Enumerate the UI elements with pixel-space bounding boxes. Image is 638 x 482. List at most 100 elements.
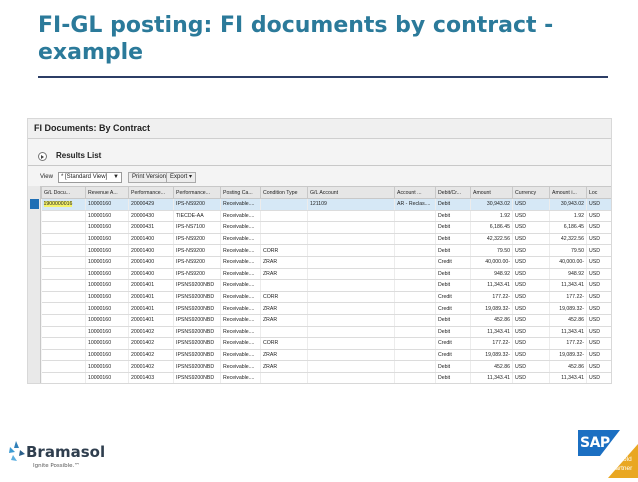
row-selector-column bbox=[28, 186, 41, 383]
table-cell: Debit bbox=[435, 221, 471, 234]
table-cell: USD bbox=[512, 326, 550, 339]
collapse-toggle-icon[interactable] bbox=[38, 152, 47, 161]
table-cell: 20001401 bbox=[128, 302, 174, 315]
table-row[interactable]: 10000160 20001401 IPSNS9200NBD Receivable..… bbox=[41, 291, 611, 304]
table-row[interactable]: 10000160 20001400 IPS-NS9200 Receivable....… bbox=[41, 268, 611, 281]
print-version-button[interactable]: Print Version bbox=[128, 172, 171, 183]
table-row[interactable]: 10000160 20001403 IPSNS9200NBD Receivable..… bbox=[41, 372, 611, 383]
table-cell bbox=[394, 314, 436, 327]
table-cell: ZRAR bbox=[260, 256, 308, 269]
export-label: Export bbox=[170, 174, 188, 180]
table-cell bbox=[41, 349, 86, 362]
table-cell: IPSNS9200NBD bbox=[173, 279, 221, 292]
row-selector-selected[interactable] bbox=[30, 199, 39, 209]
table-cell: Credit bbox=[435, 256, 471, 269]
table-cell: IPSNS9200NBD bbox=[173, 291, 221, 304]
table-cell: Debit bbox=[435, 360, 471, 373]
table-cell bbox=[394, 349, 436, 362]
column-header[interactable]: G/L Account bbox=[307, 186, 395, 199]
table-cell: IPSNS9200NBD bbox=[173, 360, 221, 373]
table-row[interactable]: 10000160 20001402 IPSNS9200NBD Receivable..… bbox=[41, 326, 611, 339]
table-row[interactable]: 10000160 20001401 IPSNS9200NBD Receivable..… bbox=[41, 302, 611, 315]
table-cell: IPSNS9200NBD bbox=[173, 337, 221, 350]
table-cell: 948.92 bbox=[549, 268, 587, 281]
table-cell bbox=[394, 210, 436, 223]
table-cell: USD bbox=[586, 279, 611, 292]
table-cell: 452.86 bbox=[549, 360, 587, 373]
column-header[interactable]: G/L Docu... bbox=[41, 186, 86, 199]
table-cell: Receivable.... bbox=[220, 326, 261, 339]
table-row[interactable]: 10000160 20001400 IPS-NS9200 Receivable....… bbox=[41, 256, 611, 269]
table-cell: 10000160 bbox=[85, 349, 129, 362]
table-cell: Receivable.... bbox=[220, 244, 261, 257]
table-row[interactable]: 1900000016 10000160 20000429 IPS-NS9200 Rece… bbox=[41, 198, 611, 211]
table-cell: 10000160 bbox=[85, 337, 129, 350]
table-cell: USD bbox=[586, 337, 611, 350]
table-header-row: G/L Docu... Revenue A... Performance... Per… bbox=[41, 186, 611, 199]
table-row[interactable]: 10000160 20001402 IPSNS9200NBD Receivable..… bbox=[41, 349, 611, 362]
column-header[interactable]: Amount i... bbox=[549, 186, 587, 199]
export-button[interactable]: Export ▾ bbox=[166, 172, 197, 183]
table-cell: 11,343.41 bbox=[470, 372, 513, 383]
table-cell: 10000160 bbox=[85, 291, 129, 304]
table-cell: IPSNS9200NBD bbox=[173, 349, 221, 362]
table-cell: 20001402 bbox=[128, 349, 174, 362]
table-cell: USD bbox=[512, 349, 550, 362]
table-cell: 10000160 bbox=[85, 372, 129, 383]
table-row[interactable]: 10000160 20000431 IPS-NS7100 Receivable....… bbox=[41, 221, 611, 234]
table-cell: IPS-NS9200 bbox=[173, 256, 221, 269]
table-cell bbox=[307, 337, 395, 350]
results-divider bbox=[28, 165, 611, 166]
table-cell: Receivable.... bbox=[220, 372, 261, 383]
table-cell: USD bbox=[586, 268, 611, 281]
column-header[interactable]: Posting Ca... bbox=[220, 186, 261, 199]
view-select[interactable]: * [Standard View] ▼ bbox=[58, 172, 122, 183]
table-row[interactable]: 10000160 20001401 IPSNS9200NBD Receivable..… bbox=[41, 314, 611, 327]
column-header[interactable]: Currency bbox=[512, 186, 550, 199]
bramasol-wordmark: Bramasol bbox=[26, 443, 106, 461]
table-cell: 948.92 bbox=[470, 268, 513, 281]
table-cell: Receivable.... bbox=[220, 349, 261, 362]
table-cell: Receivable.... bbox=[220, 210, 261, 223]
app-title: FI Documents: By Contract bbox=[34, 123, 151, 133]
table-row[interactable]: 10000160 20001402 IPSNS9200NBD Receivable..… bbox=[41, 360, 611, 373]
column-header[interactable]: Debit/Cr... bbox=[435, 186, 471, 199]
table-cell: USD bbox=[586, 314, 611, 327]
table-cell: Receivable.... bbox=[220, 360, 261, 373]
column-header[interactable]: Loc bbox=[586, 186, 611, 199]
table-cell: USD bbox=[512, 198, 550, 211]
table-row[interactable]: 10000160 20001400 IPS-NS9200 Receivable....… bbox=[41, 244, 611, 257]
table-toolbar: View * [Standard View] ▼ Print Version E… bbox=[28, 171, 611, 185]
table-cell bbox=[41, 279, 86, 292]
table-row[interactable]: 10000160 20001401 IPSNS9200NBD Receivable..… bbox=[41, 279, 611, 292]
table-cell bbox=[307, 210, 395, 223]
column-header[interactable]: Account ... bbox=[394, 186, 436, 199]
column-header[interactable]: Amount bbox=[470, 186, 513, 199]
table-cell bbox=[307, 360, 395, 373]
table-row[interactable]: 10000160 20001402 IPSNS9200NBD Receivable..… bbox=[41, 337, 611, 350]
column-header[interactable]: Performance... bbox=[128, 186, 174, 199]
table-cell: 20001402 bbox=[128, 326, 174, 339]
table-cell bbox=[307, 244, 395, 257]
table-cell: IPSNS9200NBD bbox=[173, 326, 221, 339]
table-cell bbox=[41, 372, 86, 383]
table-cell: USD bbox=[586, 210, 611, 223]
table-cell bbox=[260, 221, 308, 234]
table-row[interactable]: 10000160 20000430 TIECDE-AA Receivable.... D… bbox=[41, 210, 611, 223]
table-cell: 79.50 bbox=[470, 244, 513, 257]
table-cell: 121109 bbox=[307, 198, 395, 211]
column-header[interactable]: Condition Type bbox=[260, 186, 308, 199]
table-cell: 19,089.32- bbox=[470, 349, 513, 362]
table-row[interactable]: 10000160 20001400 IPS-NS9200 Receivable....… bbox=[41, 233, 611, 246]
table-cell bbox=[41, 256, 86, 269]
column-header[interactable]: Performance... bbox=[173, 186, 221, 199]
column-header[interactable]: Revenue A... bbox=[85, 186, 129, 199]
table-cell: USD bbox=[512, 268, 550, 281]
highlighted-document-number[interactable]: 1900000016 bbox=[43, 201, 73, 208]
table-cell: CORR bbox=[260, 337, 308, 350]
table-cell bbox=[394, 244, 436, 257]
table-cell bbox=[307, 372, 395, 383]
table-cell: 452.86 bbox=[549, 314, 587, 327]
table-cell: 20000430 bbox=[128, 210, 174, 223]
table-cell: IPS-NS9200 bbox=[173, 198, 221, 211]
